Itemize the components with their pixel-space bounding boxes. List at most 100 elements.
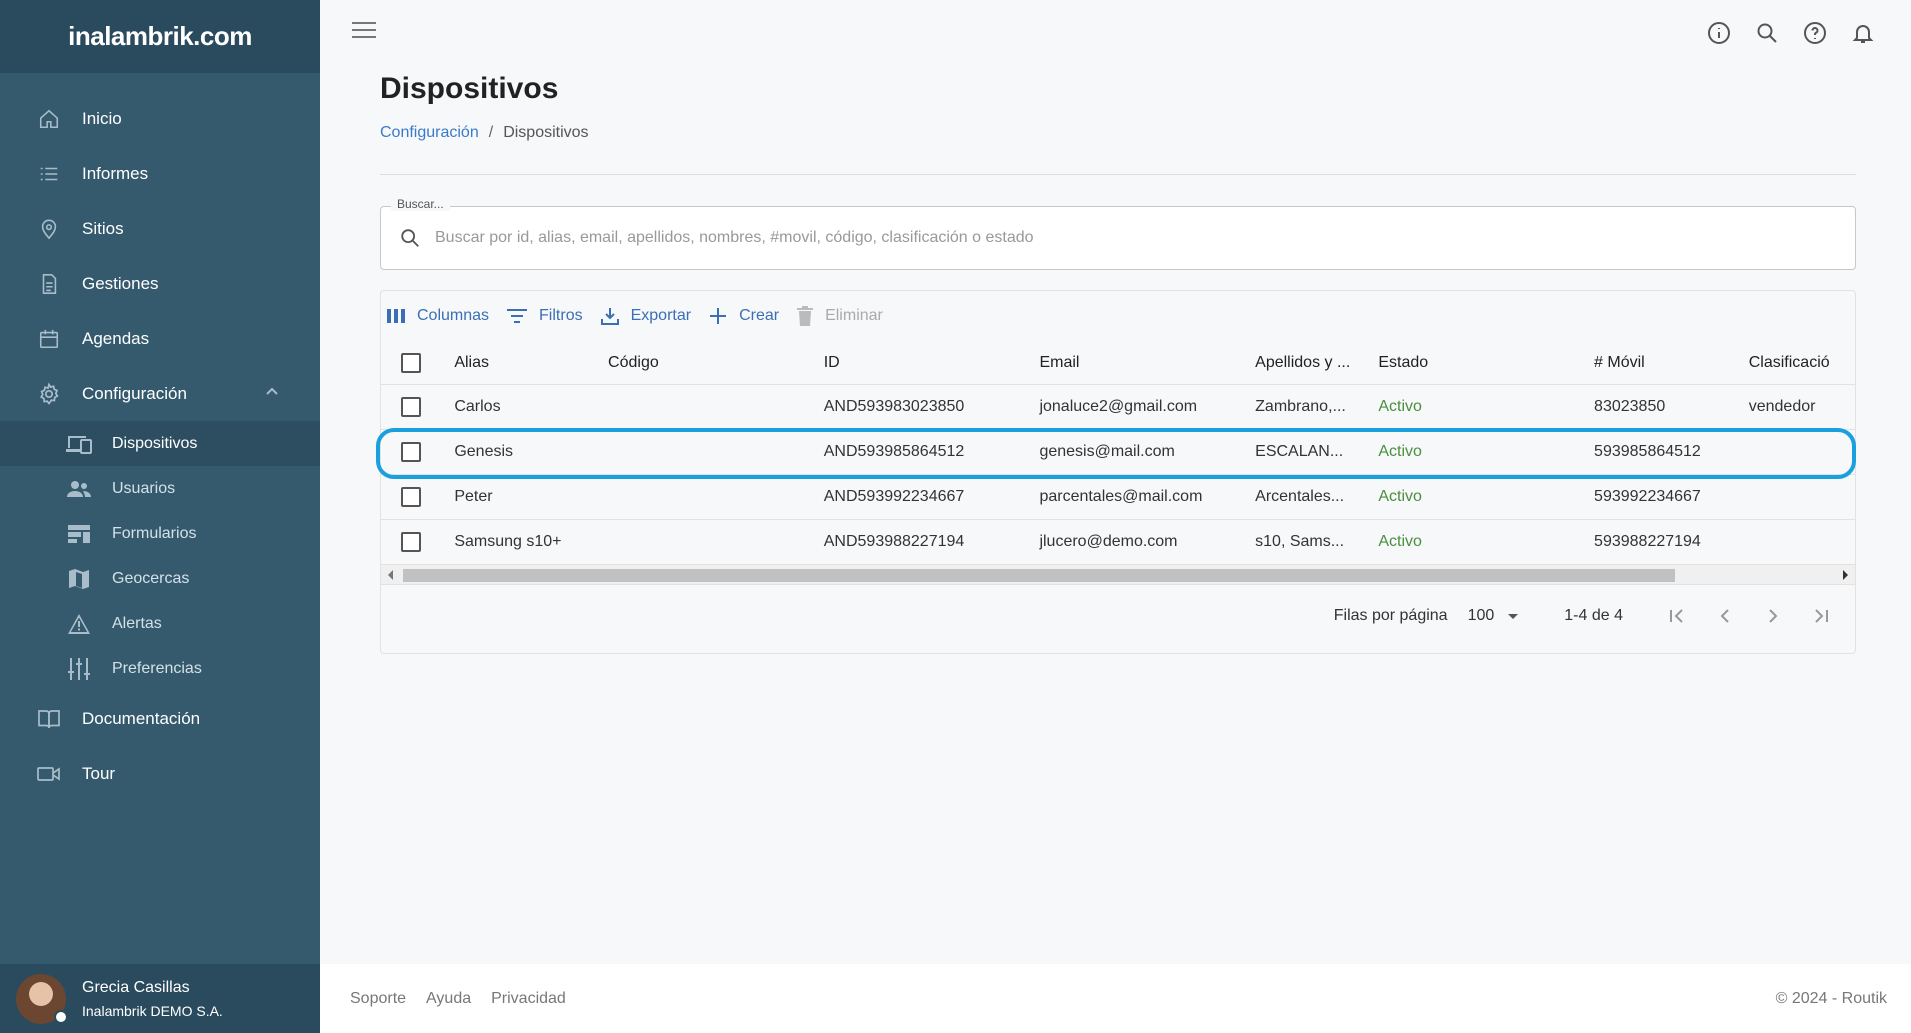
filters-button[interactable]: Filtros (507, 307, 583, 325)
last-page-button[interactable] (1797, 596, 1845, 636)
sidebar-item-label: Gestiones (82, 273, 159, 293)
cell-email: jonaluce2@gmail.com (1039, 398, 1198, 415)
table-header: Alias Código ID Email Apellidos y ... Es… (381, 341, 1855, 385)
grid-toolbar: Columnas Filtros Exportar Crear Eliminar (381, 291, 1855, 341)
delete-button[interactable]: Eliminar (797, 306, 883, 326)
columns-button[interactable]: Columnas (387, 307, 489, 325)
select-all-checkbox[interactable] (401, 352, 421, 373)
row-checkbox-cell (381, 532, 442, 552)
rows-per-page-label: Filas por página (1333, 607, 1448, 624)
table-row[interactable]: Carlos AND593983023850 jonaluce2@gmail.c… (381, 385, 1855, 430)
scroll-right-icon[interactable] (1843, 570, 1848, 580)
breadcrumb-separator: / (488, 124, 494, 141)
search-icon[interactable] (1743, 18, 1791, 48)
sidebar-item-sitios[interactable]: Sitios (0, 201, 320, 256)
row-checkbox[interactable] (401, 442, 421, 462)
logo[interactable]: inalambrik.com (68, 21, 252, 52)
location-icon (36, 216, 62, 242)
export-label: Exportar (630, 307, 692, 324)
caret-down-icon (1508, 613, 1519, 619)
menu-toggle-icon[interactable] (352, 22, 376, 42)
row-checkbox-cell (381, 442, 442, 462)
footer-link-privacidad[interactable]: Privacidad (491, 990, 566, 1008)
help-icon[interactable] (1791, 18, 1839, 48)
rows-per-page-select[interactable]: 100 (1468, 607, 1519, 625)
cell-apellidos: Arcentales... (1255, 488, 1345, 505)
chevron-up-icon[interactable] (264, 384, 280, 405)
column-header-alias[interactable]: Alias (442, 354, 596, 372)
columns-label: Columnas (417, 307, 490, 324)
sidebar-item-agendas[interactable]: Agendas (0, 311, 320, 366)
search-label: Buscar... (391, 197, 450, 211)
info-icon[interactable] (1695, 18, 1743, 48)
cell-estado: Activo (1378, 533, 1422, 550)
sidebar-item-informes[interactable]: Informes (0, 146, 320, 201)
sidebar-item-alertas[interactable]: Alertas (0, 601, 320, 646)
row-checkbox[interactable] (401, 397, 421, 417)
chevron-right-icon (1769, 609, 1778, 623)
column-header-email[interactable]: Email (1027, 354, 1243, 372)
sidebar-item-gestiones[interactable]: Gestiones (0, 256, 320, 311)
breadcrumb-link-configuracion[interactable]: Configuración (380, 124, 479, 141)
column-header-movil[interactable]: # Móvil (1582, 354, 1737, 372)
sidebar-item-preferencias[interactable]: Preferencias (0, 646, 320, 691)
scrollbar-thumb[interactable] (403, 569, 1675, 582)
cell-id: AND593988227194 (823, 533, 965, 550)
table-row[interactable]: Samsung s10+ AND593988227194 jlucero@dem… (381, 520, 1855, 565)
map-icon (66, 566, 92, 592)
sidebar-item-configuracion[interactable]: Configuración (0, 366, 320, 421)
cell-email: genesis@mail.com (1039, 443, 1175, 460)
logo-bar: inalambrik.com (0, 0, 320, 73)
first-page-button[interactable] (1653, 596, 1701, 636)
plus-icon (710, 308, 727, 324)
bell-icon[interactable] (1839, 18, 1887, 48)
breadcrumb-current: Dispositivos (503, 124, 589, 141)
create-label: Crear (739, 307, 780, 324)
footer-link-ayuda[interactable]: Ayuda (426, 990, 471, 1008)
export-button[interactable]: Exportar (600, 307, 692, 325)
calendar-icon (36, 326, 62, 352)
previous-page-button[interactable] (1701, 596, 1749, 636)
scroll-left-icon[interactable] (388, 570, 393, 580)
footer-link-soporte[interactable]: Soporte (350, 990, 406, 1008)
sidebar-item-inicio[interactable]: Inicio (0, 91, 320, 146)
cell-estado: Activo (1378, 398, 1422, 415)
sidebar-item-label: Sitios (82, 218, 124, 238)
sidebar: inalambrik.com Inicio Informes Sitios Ge… (0, 0, 320, 1033)
sidebar-item-dispositivos[interactable]: Dispositivos (0, 421, 320, 466)
cell-alias: Carlos (454, 398, 501, 415)
sidebar-item-label: Alertas (112, 614, 162, 632)
sidebar-item-geocercas[interactable]: Geocercas (0, 556, 320, 601)
cell-apellidos: ESCALAN... (1255, 443, 1344, 460)
next-page-button[interactable] (1749, 596, 1797, 636)
status-dot (54, 1009, 68, 1024)
row-checkbox[interactable] (401, 532, 421, 552)
column-header-codigo[interactable]: Código (596, 354, 812, 372)
column-header-id[interactable]: ID (812, 354, 1028, 372)
cell-id: AND593992234667 (823, 488, 965, 505)
sidebar-item-tour[interactable]: Tour (0, 746, 320, 801)
row-checkbox[interactable] (401, 487, 421, 507)
horizontal-scrollbar[interactable] (381, 565, 1855, 585)
cell-movil: 593988227194 (1594, 533, 1701, 550)
sidebar-item-documentacion[interactable]: Documentación (0, 691, 320, 746)
copyright: © 2024 - Routik (1775, 989, 1887, 1007)
forms-icon (66, 521, 92, 547)
sidebar-item-label: Preferencias (112, 659, 202, 677)
column-header-clasificacion[interactable]: Clasificació (1737, 354, 1855, 372)
sidebar-item-formularios[interactable]: Formularios (0, 511, 320, 556)
cell-apellidos: s10, Sams... (1255, 533, 1345, 550)
create-button[interactable]: Crear (709, 307, 779, 325)
sidebar-item-usuarios[interactable]: Usuarios (0, 466, 320, 511)
table-row[interactable]: Genesis AND593985864512 genesis@mail.com… (381, 430, 1855, 475)
sidebar-item-label: Documentación (82, 708, 201, 728)
column-header-estado[interactable]: Estado (1366, 354, 1582, 372)
trash-icon (797, 306, 814, 326)
search-input[interactable] (435, 229, 1815, 247)
row-checkbox-cell (381, 397, 442, 417)
user-profile[interactable]: Grecia Casillas Inalambrik DEMO S.A. (0, 964, 320, 1033)
table-row[interactable]: Peter AND593992234667 parcentales@mail.c… (381, 475, 1855, 520)
list-icon (36, 161, 62, 187)
column-header-apellidos[interactable]: Apellidos y ... (1243, 354, 1366, 372)
cell-movil: 593992234667 (1594, 488, 1701, 505)
